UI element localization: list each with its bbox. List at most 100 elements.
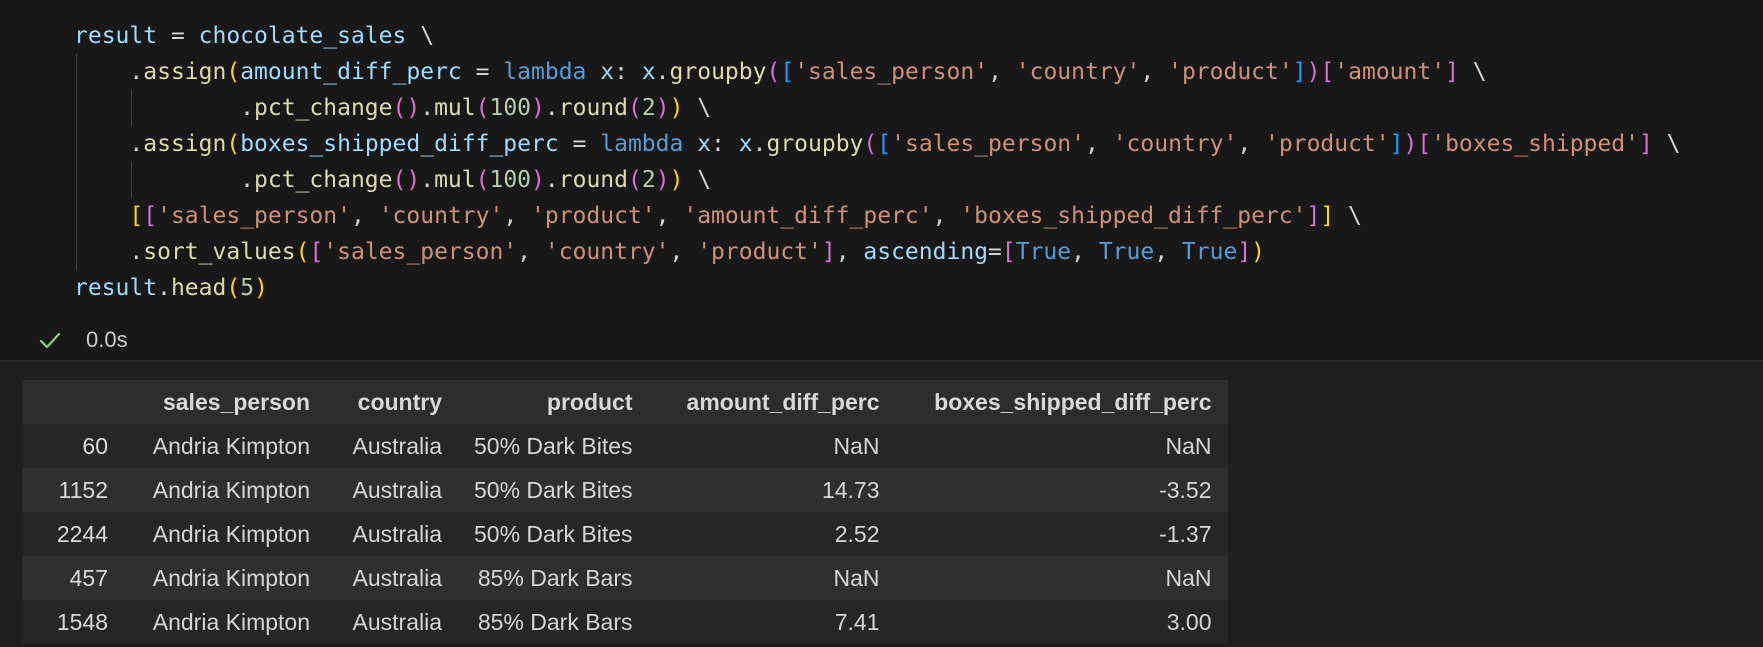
execution-time: 0.0s bbox=[86, 327, 128, 352]
cell-country: Australia bbox=[352, 476, 442, 503]
table-row: 457 Andria Kimpton Australia 85% Dark Ba… bbox=[22, 556, 1228, 600]
code-token: 'country' bbox=[544, 239, 670, 265]
cell-product: 50% Dark Bites bbox=[474, 432, 633, 459]
code-token: [ bbox=[1417, 131, 1432, 157]
code-token: ) bbox=[254, 275, 268, 301]
code-token: 'product' bbox=[1265, 131, 1390, 157]
code-token: ) bbox=[531, 167, 545, 193]
code-line[interactable]: .sort_values(['sales_person', 'country',… bbox=[74, 234, 1681, 270]
code-token: x bbox=[738, 131, 753, 157]
code-token: round bbox=[558, 167, 628, 193]
code-token: \ bbox=[683, 167, 712, 193]
cell-boxes-shipped-diff-perc: -1.37 bbox=[1159, 520, 1212, 547]
code-line[interactable]: .assign(boxes_shipped_diff_perc = lambda… bbox=[74, 126, 1681, 162]
cell-country: Australia bbox=[352, 520, 442, 547]
table-row: 2244 Andria Kimpton Australia 50% Dark B… bbox=[22, 512, 1228, 556]
cell-sales-person: Andria Kimpton bbox=[152, 520, 310, 547]
code-token: . bbox=[655, 59, 670, 85]
code-token: groupby bbox=[766, 131, 864, 157]
cell-amount-diff-perc: NaN bbox=[833, 564, 880, 591]
code-token: pct_change bbox=[254, 167, 393, 193]
code-token: . bbox=[129, 131, 144, 157]
code-line[interactable]: .assign(amount_diff_perc = lambda x: x.g… bbox=[74, 54, 1681, 90]
code-token: , bbox=[1154, 239, 1182, 265]
code-cell[interactable]: result = chocolate_sales \ .assign(amoun… bbox=[0, 0, 1763, 360]
code-token: ascending bbox=[863, 239, 989, 265]
code-token: boxes_shipped_diff_perc bbox=[240, 131, 559, 157]
code-token: \ bbox=[683, 95, 712, 121]
code-token: = bbox=[157, 23, 199, 49]
code-token: ] bbox=[821, 239, 836, 265]
code-token: \ bbox=[1458, 59, 1487, 85]
code-token: 100 bbox=[489, 95, 532, 121]
code-token: ( bbox=[226, 131, 241, 157]
code-line[interactable]: result = chocolate_sales \ bbox=[74, 18, 1681, 54]
code-token: ( bbox=[766, 59, 781, 85]
code-token: ) bbox=[669, 95, 684, 121]
code-token: sort_values bbox=[143, 239, 296, 265]
code-token: True bbox=[1015, 239, 1072, 265]
cell-amount-diff-perc: 14.73 bbox=[821, 476, 880, 503]
code-token: 'country' bbox=[1112, 131, 1238, 157]
cell-boxes-shipped-diff-perc: -3.52 bbox=[1159, 476, 1212, 503]
code-token: amount_diff_perc bbox=[240, 59, 462, 85]
code-editor[interactable]: result = chocolate_sales \ .assign(amoun… bbox=[74, 18, 1681, 306]
code-token: ( bbox=[226, 59, 241, 85]
code-token: 2 bbox=[641, 167, 656, 193]
column-header-sales-person: sales_person bbox=[162, 388, 310, 415]
cell-country: Australia bbox=[352, 608, 442, 635]
code-token: : bbox=[711, 131, 739, 157]
column-header-index bbox=[22, 380, 124, 424]
column-header-amount-diff-perc: amount_diff_perc bbox=[686, 388, 880, 415]
code-token: . bbox=[420, 95, 435, 121]
code-token: 2 bbox=[641, 95, 656, 121]
code-line[interactable]: [['sales_person', 'country', 'product', … bbox=[74, 198, 1681, 234]
code-line[interactable]: .pct_change().mul(100).round(2)) \ bbox=[74, 90, 1681, 126]
code-token: True bbox=[1181, 239, 1238, 265]
code-token: mul bbox=[434, 167, 476, 193]
code-token: 'product' bbox=[697, 239, 822, 265]
execution-status: 0.0s bbox=[38, 322, 128, 358]
code-token: ) bbox=[655, 95, 670, 121]
code-token: 'country' bbox=[1015, 59, 1141, 85]
code-token: result bbox=[74, 275, 158, 301]
indent-guide bbox=[131, 90, 133, 126]
code-token: \ bbox=[1334, 203, 1362, 229]
cell-amount-diff-perc: NaN bbox=[833, 432, 880, 459]
cell-amount-diff-perc: 7.41 bbox=[834, 608, 880, 635]
code-token: , bbox=[503, 203, 532, 229]
code-token: 'sales_person' bbox=[323, 239, 518, 265]
code-line[interactable]: .pct_change().mul(100).round(2)) \ bbox=[74, 162, 1681, 198]
code-token: ( bbox=[863, 131, 878, 157]
code-token: ] bbox=[1445, 59, 1459, 85]
code-token: . bbox=[420, 167, 435, 193]
table-header-row: sales_person country product amount_diff… bbox=[22, 380, 1228, 424]
code-token: , bbox=[1140, 59, 1169, 85]
cell-boxes-shipped-diff-perc: 3.00 bbox=[1166, 608, 1212, 635]
code-token: [ bbox=[1001, 239, 1016, 265]
cell-output: sales_person country product amount_diff… bbox=[22, 380, 1228, 644]
code-token: [ bbox=[309, 239, 324, 265]
code-token: True bbox=[1098, 239, 1155, 265]
table-row: 60 Andria Kimpton Australia 50% Dark Bit… bbox=[22, 424, 1228, 468]
code-token: 'boxes_shipped' bbox=[1431, 131, 1639, 157]
cell-boxes-shipped-diff-perc: NaN bbox=[1165, 432, 1212, 459]
code-token: = bbox=[461, 59, 504, 85]
table-row: 1548 Andria Kimpton Australia 85% Dark B… bbox=[22, 600, 1228, 644]
code-token: 'product' bbox=[1168, 59, 1293, 85]
code-token: 'product' bbox=[531, 203, 656, 229]
code-token: 100 bbox=[489, 167, 532, 193]
code-token: ] bbox=[1292, 59, 1307, 85]
indent-guide bbox=[76, 234, 77, 270]
dataframe-table: sales_person country product amount_diff… bbox=[22, 380, 1228, 644]
row-index: 60 bbox=[82, 432, 108, 459]
code-line[interactable]: result.head(5) bbox=[74, 270, 1681, 306]
code-token: groupby bbox=[669, 59, 767, 85]
code-token: ) bbox=[1403, 131, 1418, 157]
cell-product: 50% Dark Bites bbox=[474, 520, 633, 547]
code-token: . bbox=[129, 59, 144, 85]
code-token: ) bbox=[669, 167, 684, 193]
indent-guide bbox=[76, 126, 77, 162]
